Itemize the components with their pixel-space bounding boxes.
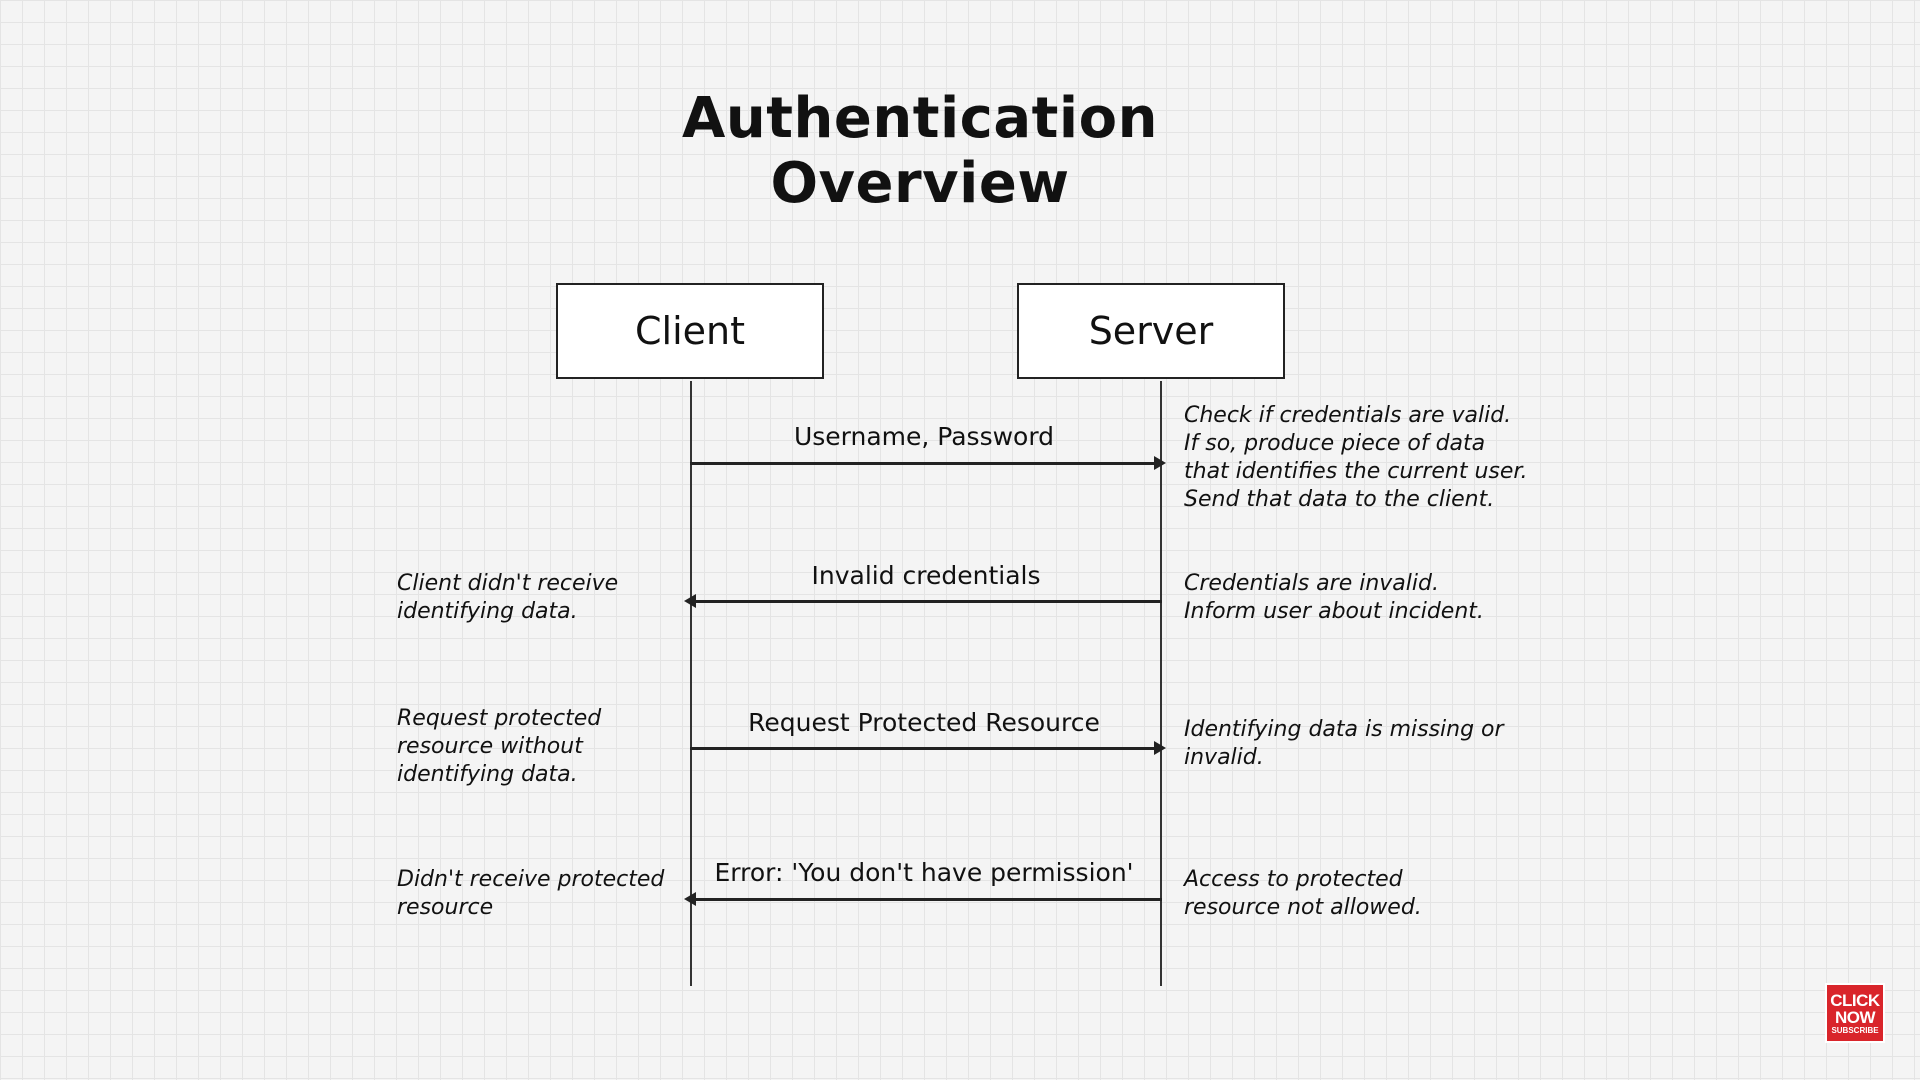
message-label: Request Protected Resource	[748, 708, 1100, 737]
note-line: Request protected	[397, 706, 602, 731]
badge-line-click: CLICK	[1830, 990, 1880, 1010]
client-note-request-without-data: Request protected resource without ident…	[397, 705, 601, 789]
server-note-invalid: Credentials are invalid. Inform user abo…	[1184, 570, 1484, 626]
client-note-no-identifying-data: Client didn't receive identifying data.	[397, 570, 618, 626]
note-line: Didn't receive protected	[397, 867, 665, 892]
note-line: resource not allowed.	[1184, 895, 1422, 920]
message-label: Username, Password	[793, 422, 1055, 451]
note-line: identifying data.	[397, 599, 578, 624]
server-actor-label: Server	[1088, 309, 1214, 353]
message-arrow-client-to-server	[690, 456, 1166, 470]
note-line: Client didn't receive	[397, 571, 619, 596]
client-note-no-resource: Didn't receive protected resource	[397, 866, 664, 922]
message-label: Error: 'You don't have permission'	[714, 858, 1134, 887]
server-lifeline	[1160, 381, 1162, 986]
note-line: If so, produce piece of data	[1184, 431, 1486, 456]
client-actor-label: Client	[634, 309, 745, 353]
server-note-missing-data: Identifying data is missing or invalid.	[1184, 716, 1504, 772]
badge-line-subscribe: SUBSCRIBE	[1831, 1025, 1879, 1035]
subscribe-badge[interactable]: CLICK NOW SUBSCRIBE	[1825, 983, 1885, 1043]
server-note-access-denied: Access to protected resource not allowed…	[1184, 866, 1422, 922]
arrowhead-left-icon	[684, 892, 696, 906]
note-line: resource	[397, 895, 494, 920]
note-line: Check if credentials are valid.	[1184, 403, 1512, 428]
note-line: identifying data.	[397, 762, 578, 787]
server-note-validate: Check if credentials are valid. If so, p…	[1184, 402, 1527, 514]
message-arrow-client-to-server	[690, 741, 1166, 755]
note-line: Send that data to the client.	[1184, 487, 1495, 512]
message-label: Invalid credentials	[811, 561, 1041, 590]
message-arrow-server-to-client	[684, 892, 1162, 906]
arrowhead-left-icon	[684, 594, 696, 608]
client-actor-box: Client	[556, 283, 824, 379]
message-arrow-server-to-client	[684, 594, 1162, 608]
diagram-title: Authentication Overview	[682, 86, 1158, 216]
note-line: invalid.	[1184, 745, 1264, 770]
note-line: Inform user about incident.	[1184, 599, 1484, 624]
note-line: that identifies the current user.	[1184, 459, 1528, 484]
note-line: resource without	[397, 734, 583, 759]
arrowhead-right-icon	[1154, 741, 1166, 755]
badge-line-now: NOW	[1834, 1007, 1876, 1027]
server-actor-box: Server	[1017, 283, 1285, 379]
note-line: Access to protected	[1184, 867, 1403, 892]
arrowhead-right-icon	[1154, 456, 1166, 470]
note-line: Credentials are invalid.	[1184, 571, 1439, 596]
note-line: Identifying data is missing or	[1184, 717, 1504, 742]
